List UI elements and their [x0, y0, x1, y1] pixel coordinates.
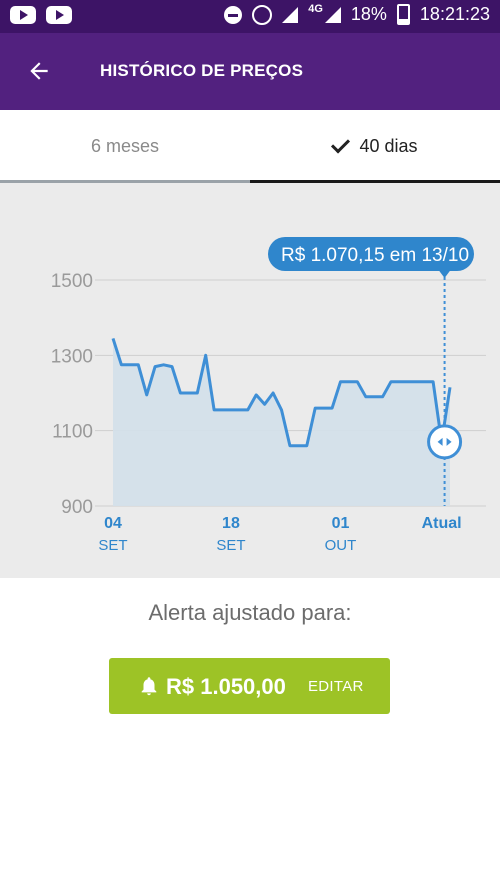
x-tick-label: 04: [104, 515, 122, 532]
y-tick-label: 1100: [52, 422, 93, 443]
back-arrow-icon[interactable]: [26, 58, 52, 84]
price-history-chart[interactable]: 1500 1300 1100 900 04 SET 18 SET 01 OUT Atual R$ 1.…: [0, 183, 500, 578]
battery-percent: 18%: [350, 4, 387, 24]
y-tick-label: 1300: [51, 346, 93, 367]
clock: 18:21:23: [419, 4, 490, 24]
youtube-icon: [46, 6, 72, 24]
tooltip-text: R$ 1.070,15 em 13/10: [281, 245, 469, 266]
do-not-disturb-icon: [224, 5, 243, 24]
battery-icon: [396, 4, 410, 25]
page-title: HISTÓRICO DE PREÇOS: [100, 61, 304, 80]
x-tick-month: SET: [98, 537, 127, 554]
x-tick-month: SET: [216, 537, 245, 554]
x-tick-label: Atual: [422, 515, 462, 532]
y-tick-label: 1500: [51, 271, 93, 292]
x-tick-label: 01: [332, 515, 350, 532]
bell-icon: [141, 677, 157, 696]
x-tick-month: OUT: [325, 537, 357, 554]
app-bar: HISTÓRICO DE PREÇOS: [0, 33, 500, 110]
period-tabs: 6 meses 40 dias: [0, 110, 500, 183]
edit-alert-button[interactable]: R$ 1.050,00 EDITAR: [109, 658, 390, 714]
x-tick-label: 18: [222, 515, 240, 532]
status-bar: 4G 18% 18:21:23: [0, 0, 500, 33]
alert-price: R$ 1.050,00: [166, 674, 286, 699]
youtube-icon: [10, 6, 36, 24]
tooltip-pointer: [438, 270, 451, 278]
signal-icon: [282, 6, 299, 23]
tab-40-days[interactable]: 40 dias: [250, 110, 500, 183]
marker-handle: [427, 424, 463, 460]
check-icon: [331, 133, 351, 154]
network-type: 4G: [308, 2, 323, 15]
edit-label: EDITAR: [308, 678, 364, 695]
signal-icon: [324, 6, 341, 23]
alert-label: Alerta ajustado para:: [148, 600, 352, 625]
tab-6-months[interactable]: 6 meses: [0, 110, 250, 183]
y-tick-label: 900: [61, 497, 93, 518]
alarm-icon: [252, 4, 273, 25]
tab-label: 6 meses: [90, 136, 160, 156]
tab-label: 40 dias: [359, 136, 418, 156]
